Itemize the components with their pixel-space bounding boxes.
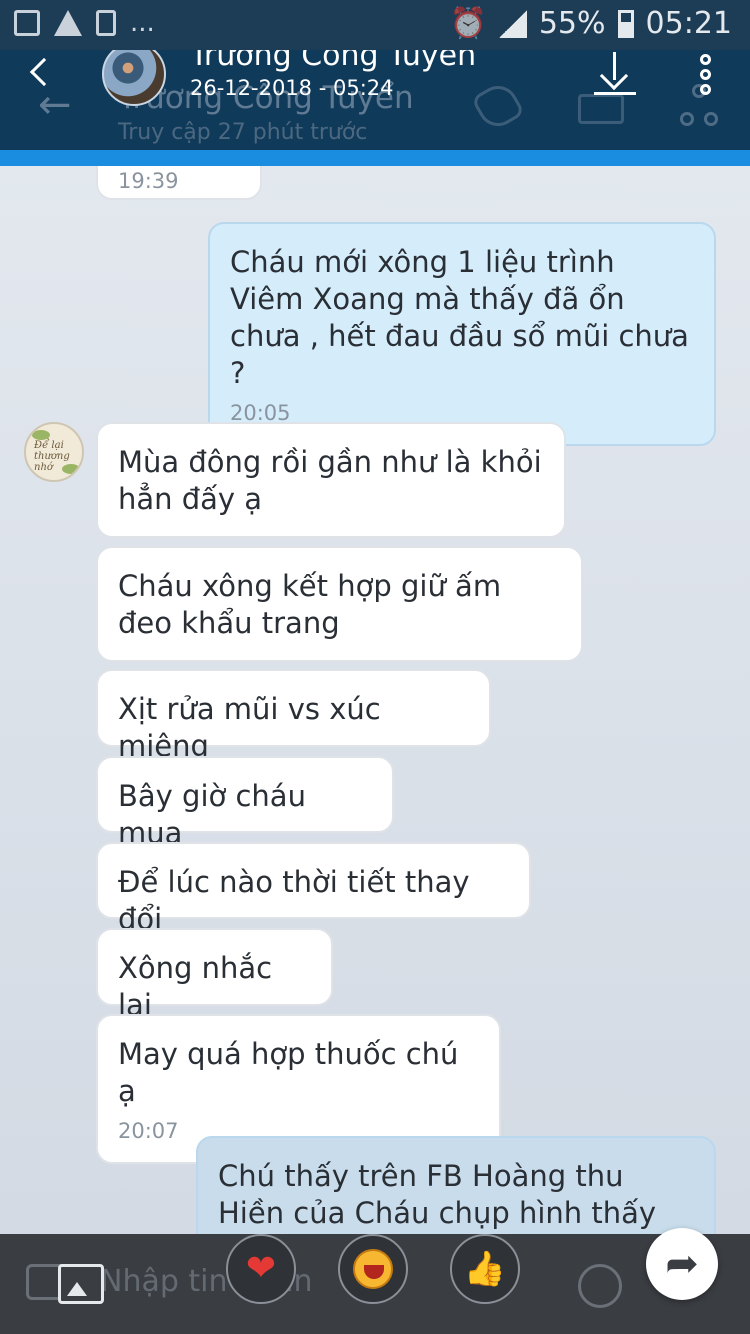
message-bubble-outgoing[interactable]: Cháu mới xông 1 liệu trình Viêm Xoang mà… [208,222,716,446]
image-notification-icon [14,10,40,36]
contact-avatar-text: Để lại thương nhớ [34,440,70,473]
message-text: Xịt rửa mũi vs xúc miệng [118,692,381,763]
message-text: Chú thấy trên FB Hoàng thu Hiền của Cháu… [218,1159,657,1234]
header-accent-bar [0,150,750,166]
signal-icon [498,9,527,38]
warning-icon [54,10,82,36]
message-bubble-outgoing[interactable]: Chú thấy trên FB Hoàng thu Hiền của Cháu… [196,1136,716,1234]
thumbs-up-icon: 👍 [463,1249,507,1289]
chat-header-last-seen: Truy cập 27 phút trước [118,120,368,145]
reaction-laugh-button[interactable] [338,1234,408,1304]
reaction-like-button[interactable]: 👍 [450,1234,520,1304]
video-call-icon [578,94,624,124]
viewer-title: Trương Công Tuyển [190,50,477,73]
more-options-button[interactable] [698,54,714,98]
message-bubble-incoming[interactable]: Bây giờ cháu mua [96,756,394,850]
download-button[interactable] [594,52,638,98]
message-text: Cháu xông kết hợp giữ ấm đeo khẩu trang [118,569,502,640]
phone-notification-icon [96,10,116,36]
contact-avatar[interactable]: Để lại thương nhớ [24,422,84,482]
gallery-button[interactable] [58,1264,104,1304]
share-icon: ➦ [665,1241,699,1287]
viewer-date: 26-12-2018 - 05:24 [190,76,394,100]
call-icon [470,78,526,134]
bottom-bar: Nhập tin nhắn ❤ 👍 ➦ [0,1228,750,1334]
message-text: Để lúc nào thời tiết thay đổi [118,865,470,936]
conversation-header: ← Trương Công Tuyển Truy cập 27 phút trư… [0,50,750,150]
clock: 05:21 [645,6,732,41]
back-button[interactable] [24,56,60,96]
message-bubble-incoming[interactable]: Cháu xông kết hợp giữ ấm đeo khẩu trang [96,546,583,662]
message-text: Cháu mới xông 1 liệu trình Viêm Xoang mà… [230,245,689,390]
alarm-icon: ⏰ [449,6,487,41]
message-text: May quá hợp thuốc chú ạ [118,1037,459,1108]
laugh-emoji-icon [353,1249,393,1289]
message-text: Bây giờ cháu mua [118,779,306,850]
message-list[interactable]: 19:39 Cháu mới xông 1 liệu trình Viêm Xo… [0,166,750,1234]
more-notifications-text: ... [130,8,155,38]
message-bubble-incoming[interactable]: Xông nhắc lại [96,928,333,1022]
message-bubble[interactable]: 19:39 [96,166,262,200]
heart-icon: ❤ [245,1248,277,1289]
message-bubble-incoming[interactable]: Mùa đông rồi gần như là khỏi hẳn đấy ạ [96,422,566,538]
emoji-icon [578,1264,622,1308]
message-time: 19:39 [118,169,179,193]
message-text: Mùa đông rồi gần như là khỏi hẳn đấy ạ [118,445,542,516]
status-bar: ... ⏰ 55% 05:21 [0,0,750,50]
share-button[interactable]: ➦ [646,1228,718,1300]
reaction-heart-button[interactable]: ❤ [226,1234,296,1304]
notification-icons: ... [14,8,155,38]
system-icons: ⏰ 55% 05:21 [449,6,732,41]
battery-icon [617,9,634,38]
message-text: Xông nhắc lại [118,951,273,1022]
message-bubble-incoming[interactable]: Để lúc nào thời tiết thay đổi [96,842,531,936]
message-bubble-incoming[interactable]: Xịt rửa mũi vs xúc miệng [96,669,491,763]
chevron-left-icon [29,57,59,87]
battery-percent: 55% [538,6,606,41]
